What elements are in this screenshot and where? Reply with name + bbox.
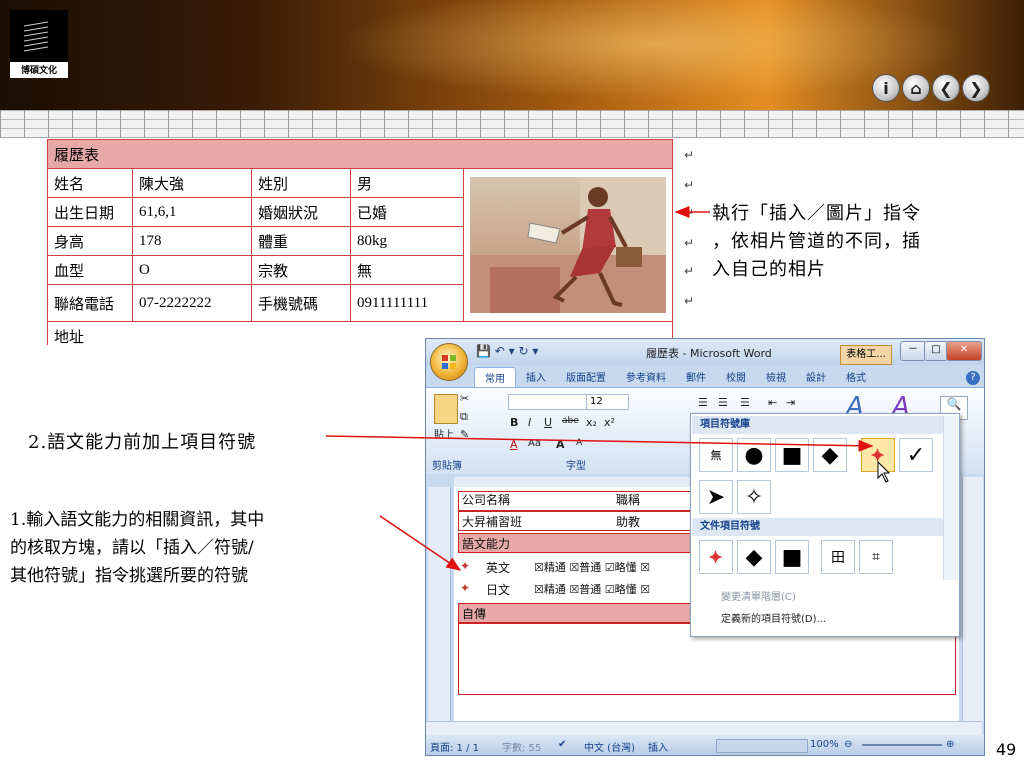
bullet-arrow — [325, 435, 874, 452]
annotation-arrows — [325, 206, 891, 571]
symbol-arrow — [379, 515, 462, 571]
slide-page-number: 49 — [996, 740, 1017, 759]
mouse-cursor-icon — [877, 460, 891, 483]
